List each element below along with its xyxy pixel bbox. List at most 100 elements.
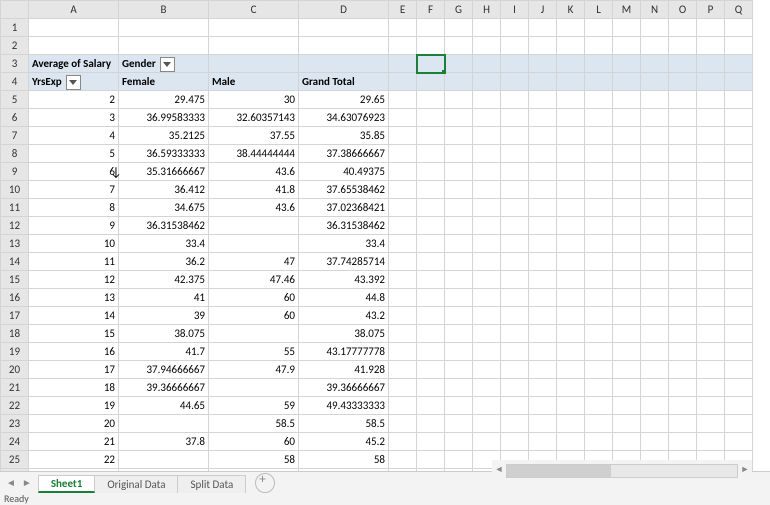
cell-D8[interactable]: 37.38666667	[299, 145, 389, 163]
cell-C1[interactable]	[209, 19, 299, 37]
cell-H12[interactable]	[473, 217, 501, 235]
cell-O4[interactable]	[669, 73, 697, 91]
cell-D25[interactable]: 58	[299, 451, 389, 469]
cell-K3[interactable]	[557, 55, 585, 73]
cell-G21[interactable]	[445, 379, 473, 397]
cell-C7[interactable]: 37.55	[209, 127, 299, 145]
cell-B13[interactable]: 33.4	[119, 235, 209, 253]
cell-I18[interactable]	[501, 325, 529, 343]
cell-N23[interactable]	[641, 415, 669, 433]
cell-O5[interactable]	[669, 91, 697, 109]
cell-M15[interactable]	[613, 271, 641, 289]
sheet-tab-sheet1[interactable]: Sheet1	[38, 475, 96, 493]
column-header-G[interactable]: G	[445, 1, 473, 19]
sheet-tab-original-data[interactable]: Original Data	[94, 475, 178, 493]
tab-nav-next-icon[interactable]: ►	[22, 476, 32, 489]
cell-K18[interactable]	[557, 325, 585, 343]
cell-O10[interactable]	[669, 181, 697, 199]
cell-N4[interactable]	[641, 73, 669, 91]
cell-K8[interactable]	[557, 145, 585, 163]
cell-P22[interactable]	[697, 397, 725, 415]
cell-A5[interactable]: 2	[29, 91, 119, 109]
cell-L1[interactable]	[585, 19, 613, 37]
cell-I12[interactable]	[501, 217, 529, 235]
cell-N13[interactable]	[641, 235, 669, 253]
cell-H2[interactable]	[473, 37, 501, 55]
cell-N11[interactable]	[641, 199, 669, 217]
cell-E11[interactable]	[389, 199, 417, 217]
pivot-col-2[interactable]: Grand Total	[299, 73, 389, 91]
cell-A11[interactable]: 8	[29, 199, 119, 217]
cell-F20[interactable]	[417, 361, 445, 379]
cell-B6[interactable]: 36.99583333	[119, 109, 209, 127]
cell-G9[interactable]	[445, 163, 473, 181]
cell-K9[interactable]	[557, 163, 585, 181]
cell-Q7[interactable]	[725, 127, 753, 145]
cell-H24[interactable]	[473, 433, 501, 451]
cell-M18[interactable]	[613, 325, 641, 343]
cell-O20[interactable]	[669, 361, 697, 379]
cell-K1[interactable]	[557, 19, 585, 37]
cell-F25[interactable]	[417, 451, 445, 469]
cell-B24[interactable]: 37.8	[119, 433, 209, 451]
column-header-E[interactable]: E	[389, 1, 417, 19]
cell-E22[interactable]	[389, 397, 417, 415]
cell-E21[interactable]	[389, 379, 417, 397]
cell-I8[interactable]	[501, 145, 529, 163]
cell-H19[interactable]	[473, 343, 501, 361]
cell-B21[interactable]: 39.36666667	[119, 379, 209, 397]
cell-E13[interactable]	[389, 235, 417, 253]
cell-P20[interactable]	[697, 361, 725, 379]
row-header-6[interactable]: 6	[1, 109, 29, 127]
cell-O16[interactable]	[669, 289, 697, 307]
cell-G1[interactable]	[445, 19, 473, 37]
cell-O15[interactable]	[669, 271, 697, 289]
cell-P1[interactable]	[697, 19, 725, 37]
cell-Q24[interactable]	[725, 433, 753, 451]
cell-C21[interactable]	[209, 379, 299, 397]
cell-L20[interactable]	[585, 361, 613, 379]
cell-H20[interactable]	[473, 361, 501, 379]
cell-O1[interactable]	[669, 19, 697, 37]
cell-G18[interactable]	[445, 325, 473, 343]
cell-N14[interactable]	[641, 253, 669, 271]
cell-B17[interactable]: 39	[119, 307, 209, 325]
cell-O14[interactable]	[669, 253, 697, 271]
cell-F23[interactable]	[417, 415, 445, 433]
cell-G20[interactable]	[445, 361, 473, 379]
cell-L23[interactable]	[585, 415, 613, 433]
cell-N22[interactable]	[641, 397, 669, 415]
column-header-D[interactable]: D	[299, 1, 389, 19]
pivot-column-field[interactable]: Gender	[119, 55, 209, 73]
cell-N12[interactable]	[641, 217, 669, 235]
cell-K12[interactable]	[557, 217, 585, 235]
cell-N24[interactable]	[641, 433, 669, 451]
cell-H9[interactable]	[473, 163, 501, 181]
cell-C23[interactable]: 58.5	[209, 415, 299, 433]
cell-O23[interactable]	[669, 415, 697, 433]
cell-P24[interactable]	[697, 433, 725, 451]
cell-L21[interactable]	[585, 379, 613, 397]
cell-P15[interactable]	[697, 271, 725, 289]
cell-G10[interactable]	[445, 181, 473, 199]
cell-F19[interactable]	[417, 343, 445, 361]
row-header-7[interactable]: 7	[1, 127, 29, 145]
cell-F3[interactable]	[417, 55, 445, 73]
cell-G16[interactable]	[445, 289, 473, 307]
cell-A16[interactable]: 13	[29, 289, 119, 307]
column-header-P[interactable]: P	[697, 1, 725, 19]
row-header-11[interactable]: 11	[1, 199, 29, 217]
cell-C2[interactable]	[209, 37, 299, 55]
cell-C14[interactable]: 47	[209, 253, 299, 271]
cell-B14[interactable]: 36.2	[119, 253, 209, 271]
cell-I17[interactable]	[501, 307, 529, 325]
cell-I5[interactable]	[501, 91, 529, 109]
row-header-23[interactable]: 23	[1, 415, 29, 433]
cell-D1[interactable]	[299, 19, 389, 37]
cell-A25[interactable]: 22	[29, 451, 119, 469]
cell-D2[interactable]	[299, 37, 389, 55]
cell-A19[interactable]: 16	[29, 343, 119, 361]
cell-H15[interactable]	[473, 271, 501, 289]
cell-D19[interactable]: 43.17777778	[299, 343, 389, 361]
cell-A17[interactable]: 14	[29, 307, 119, 325]
